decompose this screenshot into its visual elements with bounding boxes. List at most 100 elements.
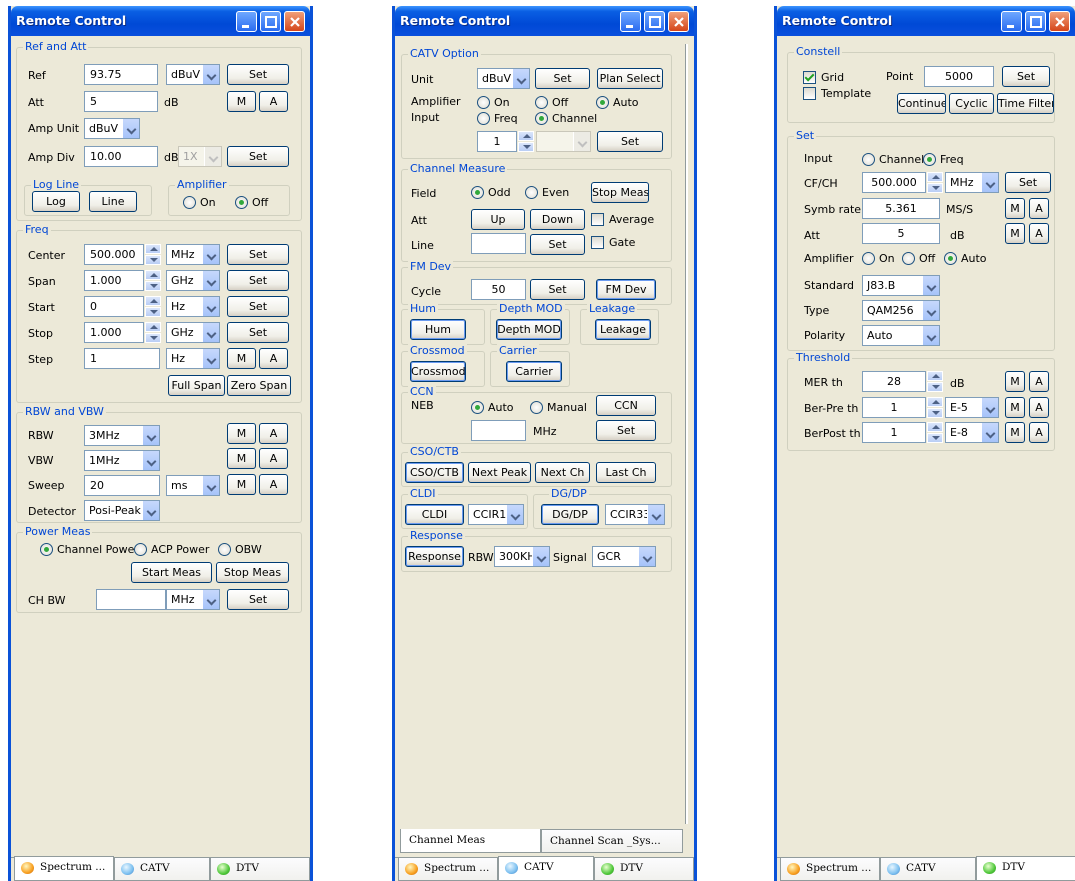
att-a-button[interactable]: A [1029,223,1049,244]
ber-post-th-input[interactable]: 1 [862,422,926,443]
line-set-button[interactable]: Set [530,234,585,255]
sweep-a-button[interactable]: A [259,474,288,495]
mer-a-button[interactable]: A [1029,371,1049,392]
span-spinner[interactable] [145,270,161,291]
step-a-button[interactable]: A [259,348,288,369]
channel-set-button[interactable]: Set [597,131,663,152]
ber-post-m-button[interactable]: M [1005,422,1025,443]
start-input[interactable]: 0 [84,296,144,317]
title-bar[interactable]: Remote Control [777,6,1075,36]
stop-meas-button[interactable]: Stop Meas [591,182,649,203]
unit-select[interactable]: dBuV [477,68,530,89]
symb-m-button[interactable]: M [1005,198,1025,219]
tab-dtv[interactable]: DTV [594,858,694,881]
spin-up-icon[interactable] [518,131,534,141]
ber-pre-a-button[interactable]: A [1029,397,1049,418]
tab-catv[interactable]: CATV [498,856,594,881]
step-unit-select[interactable]: Hz [166,348,220,369]
spin-down-icon[interactable] [145,281,161,291]
ber-post-a-button[interactable]: A [1029,422,1049,443]
amp-auto-radio[interactable]: Auto [944,252,987,265]
ref-input[interactable]: 93.75 [84,64,158,85]
cldi-standard-select[interactable]: CCIR17 [468,504,524,525]
start-meas-button[interactable]: Start Meas [131,562,212,583]
att-input[interactable]: 5 [84,91,158,112]
tab-spectrum[interactable]: Spectrum ... [780,858,880,881]
cldi-button[interactable]: CLDI [405,504,464,525]
minimize-button[interactable] [1001,11,1022,32]
vbw-a-button[interactable]: A [259,448,288,469]
tab-channel-meas[interactable]: Channel Meas [400,829,541,853]
amp-off-radio[interactable]: Off [535,96,568,109]
stop-input[interactable]: 1.000 [84,322,144,343]
ber-post-exp-select[interactable]: E-8 [945,422,999,443]
field-odd-radio[interactable]: Odd [471,186,511,199]
mer-th-spinner[interactable] [927,371,943,392]
att-m-button[interactable]: M [1005,223,1025,244]
ber-post-th-spinner[interactable] [927,422,943,443]
att-m-button[interactable]: M [227,91,256,112]
title-bar[interactable]: Remote Control [11,6,310,36]
time-filter-button[interactable]: Time Filter [997,93,1054,114]
spin-down-icon[interactable] [927,183,943,193]
spin-up-icon[interactable] [927,397,943,407]
rbw-select[interactable]: 3MHz [84,425,160,446]
maximize-button[interactable] [644,11,665,32]
ccn-set-button[interactable]: Set [596,420,656,441]
spin-up-icon[interactable] [927,172,943,182]
amp-off-radio[interactable]: Off [902,252,935,265]
mer-th-input[interactable]: 28 [862,371,926,392]
input-channel-radio[interactable]: Channel [862,153,924,166]
spin-down-icon[interactable] [145,333,161,343]
dg-dp-button[interactable]: DG/DP [541,504,599,525]
symb-rate-input[interactable]: 5.361 [862,198,940,219]
att-a-button[interactable]: A [259,91,288,112]
ber-pre-m-button[interactable]: M [1005,397,1025,418]
standard-select[interactable]: J83.B [862,275,940,296]
neb-auto-radio[interactable]: Auto [471,401,514,414]
amp-on-radio[interactable]: On [477,96,510,109]
last-ch-button[interactable]: Last Ch [596,462,656,483]
spin-up-icon[interactable] [145,270,161,280]
channel-plan-select[interactable] [536,131,591,152]
stop-meas-button[interactable]: Stop Meas [216,562,289,583]
tab-catv[interactable]: CATV [114,858,210,881]
continues-button[interactable]: Continues [897,93,946,114]
ber-pre-th-spinner[interactable] [927,397,943,418]
cyclic-button[interactable]: Cyclic [949,93,994,114]
stop-set-button[interactable]: Set [227,322,289,343]
plan-select-button[interactable]: Plan Select [597,68,663,89]
symb-a-button[interactable]: A [1029,198,1049,219]
sweep-m-button[interactable]: M [227,474,256,495]
ch-bw-unit-select[interactable]: MHz [166,589,220,610]
amp-unit-select[interactable]: dBuV [84,118,140,139]
neb-manual-radio[interactable]: Manual [530,401,587,414]
span-set-button[interactable]: Set [227,270,289,291]
spin-down-icon[interactable] [518,142,534,152]
grid-checkbox[interactable]: Grid [803,71,844,84]
att-input[interactable]: 5 [862,223,940,244]
spin-up-icon[interactable] [145,296,161,306]
center-unit-select[interactable]: MHz [166,244,220,265]
rbw-a-button[interactable]: A [259,423,288,444]
span-input[interactable]: 1.000 [84,270,144,291]
zero-span-button[interactable]: Zero Span [227,375,291,396]
cfch-set-button[interactable]: Set [1005,172,1051,193]
fm-dev-button[interactable]: FM Dev [596,279,656,300]
center-input[interactable]: 500.000 [84,244,144,265]
tab-dtv[interactable]: DTV [210,858,310,881]
ch-bw-input[interactable] [96,589,166,610]
full-span-button[interactable]: Full Span [168,375,225,396]
minimize-button[interactable] [236,11,257,32]
polarity-select[interactable]: Auto [862,325,940,346]
point-set-button[interactable]: Set [1002,66,1050,87]
field-even-radio[interactable]: Even [525,186,569,199]
input-freq-radio[interactable]: Freq [923,153,964,166]
channel-input[interactable]: 1 [477,131,517,152]
spin-down-icon[interactable] [927,433,943,443]
cfch-unit-select[interactable]: MHz [945,172,999,193]
ccn-button[interactable]: CCN [596,395,656,416]
ref-set-button[interactable]: Set [227,64,289,85]
leakage-button[interactable]: Leakage [595,319,651,340]
center-spinner[interactable] [145,244,161,265]
